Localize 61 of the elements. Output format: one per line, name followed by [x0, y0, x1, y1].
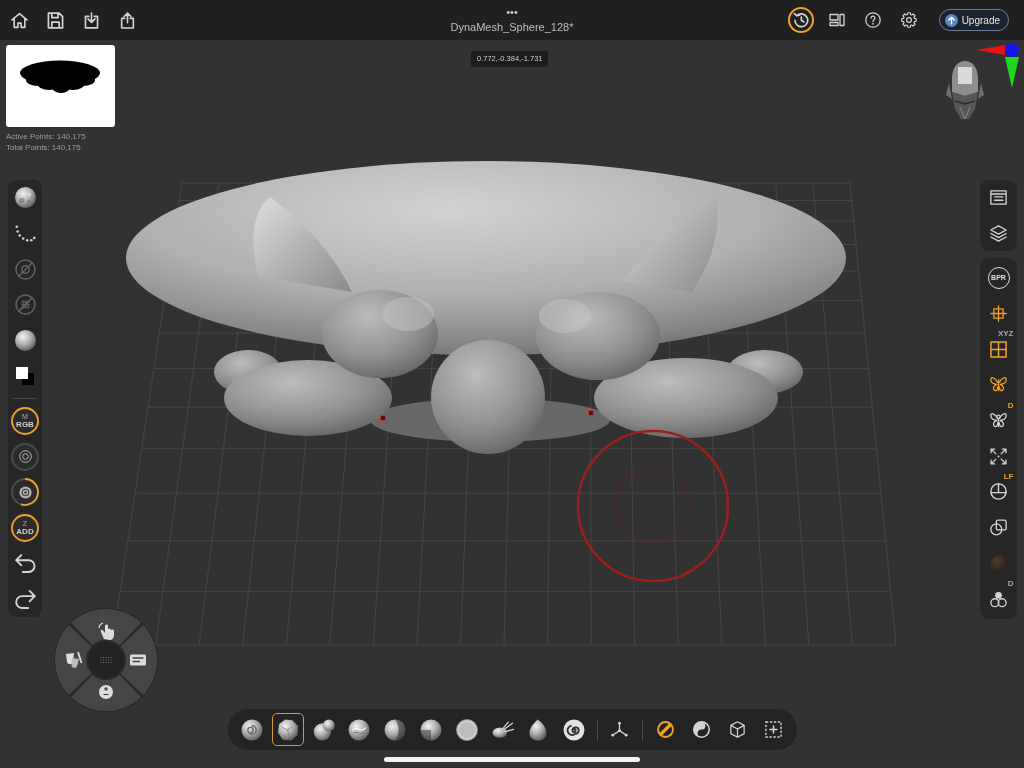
settings-icon [900, 12, 917, 28]
dashed-square-plus-icon [764, 721, 782, 738]
shaded-sphere-icon [420, 718, 442, 741]
rough-sphere-icon [14, 187, 36, 209]
plus-minus-icon [99, 685, 113, 699]
card-icon [130, 654, 146, 666]
axes-icon [611, 721, 629, 738]
arrow-up-icon [944, 13, 958, 27]
marbled-sphere-icon [348, 718, 371, 741]
layout-icon [828, 12, 845, 28]
panel-icon [990, 189, 1007, 207]
butterfly-icon [990, 376, 1007, 394]
point-count-text: Active Points: 140,175 [6, 132, 86, 143]
download-tray-icon [82, 11, 100, 29]
globe-icon [990, 483, 1007, 501]
slashed-circle-icon [14, 258, 36, 280]
slashed-grid-icon [14, 294, 36, 316]
help-icon [864, 12, 881, 28]
upgrade-button[interactable]: Upgrade [938, 9, 1009, 31]
history-icon [792, 12, 809, 28]
shaded-sphere-icon [384, 718, 407, 741]
shortcut-label: D [1007, 580, 1014, 589]
circle-dot-icon [18, 485, 32, 499]
expand-arrows-icon [990, 447, 1007, 465]
yin-yang-icon [693, 721, 711, 738]
more-button[interactable]: ••• [506, 7, 518, 17]
target-icon [18, 450, 32, 464]
double-sphere-icon [312, 718, 335, 741]
window-grid-icon [990, 340, 1007, 358]
brush-button[interactable] [271, 713, 304, 746]
share-icon [118, 11, 136, 29]
dotted-curve-icon [14, 223, 36, 245]
crosshair-grid-icon [990, 305, 1007, 323]
butterfly-pin-icon [990, 412, 1007, 430]
head-gizmo-icon[interactable] [943, 59, 987, 121]
shortcut-label: XYZ [997, 330, 1014, 339]
theater-masks-icon [66, 651, 83, 668]
radial-menu-button[interactable] [71, 674, 141, 711]
dot-grid-icon [100, 656, 112, 664]
hand-icon [98, 622, 114, 640]
spiral-icon [563, 718, 586, 741]
disc-icon [455, 718, 478, 741]
radial-menu-button[interactable] [71, 609, 141, 646]
sphere-icon [990, 554, 1007, 572]
three-circles-icon [990, 590, 1007, 608]
marker-icon [380, 415, 386, 421]
radial-menu-button[interactable] [55, 625, 92, 695]
redo-icon [14, 588, 36, 610]
striped-circle-icon [657, 721, 675, 738]
rock-icon [276, 718, 299, 741]
document-title: DynaMesh_Sphere_128* [450, 20, 574, 34]
layers-icon [990, 225, 1007, 243]
sphere-icon [14, 330, 36, 352]
home-icon [10, 11, 28, 29]
cube-icon [728, 721, 746, 738]
history-button[interactable] [787, 7, 814, 33]
swirl-sphere-icon [241, 718, 263, 741]
undo-icon [14, 553, 36, 575]
point-count-text: Total Points: 140,175 [6, 142, 82, 153]
marker-icon [588, 410, 594, 416]
overlapping-shapes-icon [990, 519, 1007, 537]
